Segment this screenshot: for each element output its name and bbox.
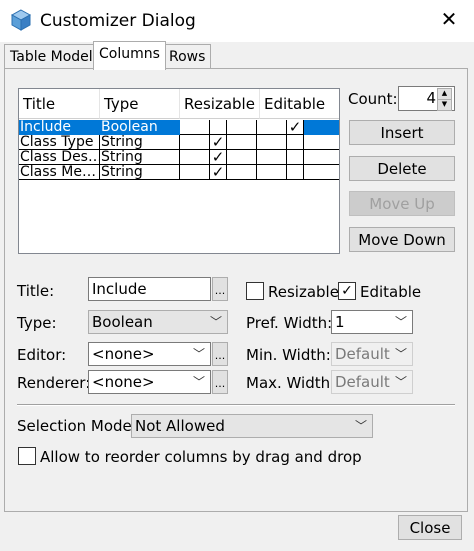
chevron-down-icon: ﹀	[192, 347, 205, 361]
renderer-browse-button[interactable]: ...	[212, 370, 228, 394]
move-down-button[interactable]: Move Down	[349, 227, 455, 252]
cell-resizable[interactable]: ✓	[210, 165, 227, 180]
cell-blank[interactable]	[180, 120, 210, 135]
resizable-checkbox[interactable]	[246, 282, 264, 300]
cell-blank[interactable]	[227, 120, 257, 135]
renderer-combo[interactable]: <none> ﹀	[88, 370, 211, 394]
max-width-value: Default	[335, 373, 390, 391]
table-row[interactable]: Class Des… String ✓	[19, 150, 339, 165]
chevron-down-icon: ﹀	[209, 315, 222, 329]
cell-blank[interactable]	[180, 165, 210, 180]
count-spinner[interactable]: 4 ▲ ▼	[398, 86, 455, 111]
editable-label: Editable	[360, 283, 422, 301]
min-width-label: Min. Width:	[246, 346, 331, 364]
min-width-combo[interactable]: Default ﹀	[331, 342, 413, 366]
insert-button[interactable]: Insert	[349, 120, 455, 145]
column-header-type[interactable]: Type	[100, 89, 180, 119]
cell-blank[interactable]	[180, 135, 210, 150]
cell-resizable[interactable]	[210, 120, 227, 135]
cell-blank[interactable]	[180, 150, 210, 165]
reorder-checkbox[interactable]	[18, 447, 36, 465]
chevron-down-icon: ﹀	[394, 315, 407, 329]
chevron-down-icon: ﹀	[192, 375, 205, 389]
title-browse-button[interactable]: ...	[212, 277, 228, 301]
cell-type[interactable]: Boolean	[100, 120, 180, 135]
cell-blank[interactable]	[227, 165, 257, 180]
cell-type[interactable]: String	[100, 150, 180, 165]
cell-editable[interactable]	[287, 165, 304, 180]
renderer-label: Renderer:	[17, 374, 91, 392]
move-up-button[interactable]: Move Up	[349, 191, 455, 216]
cell-blank[interactable]	[304, 135, 339, 150]
cell-editable[interactable]	[287, 150, 304, 165]
editor-browse-button[interactable]: ...	[212, 342, 228, 366]
title-label: Title:	[17, 282, 55, 300]
chevron-down-icon: ﹀	[354, 419, 367, 433]
cell-title[interactable]: Class Type	[19, 135, 100, 150]
reorder-label: Allow to reorder columns by drag and dro…	[40, 448, 362, 466]
min-width-value: Default	[335, 345, 390, 363]
cell-blank[interactable]	[304, 150, 339, 165]
cell-blank[interactable]	[227, 135, 257, 150]
type-value: Boolean	[92, 313, 153, 331]
max-width-combo[interactable]: Default ﹀	[331, 370, 413, 394]
tab-table-model[interactable]: Table Model	[4, 44, 99, 69]
cell-blank[interactable]	[257, 150, 287, 165]
pref-width-value: 1	[335, 313, 345, 331]
cell-title[interactable]: Class Des…	[19, 150, 100, 165]
table-row[interactable]: Class Me… String ✓	[19, 165, 339, 180]
window-title: Customizer Dialog	[40, 11, 196, 31]
cell-editable[interactable]	[287, 135, 304, 150]
count-label: Count:	[348, 90, 398, 108]
cell-editable[interactable]: ✓	[287, 120, 304, 135]
close-button[interactable]: Close	[398, 515, 462, 540]
pref-width-label: Pref. Width:	[246, 314, 333, 332]
cell-title[interactable]: Class Me…	[19, 165, 100, 180]
chevron-down-icon: ﹀	[394, 347, 407, 361]
tab-columns[interactable]: Columns	[93, 41, 166, 70]
cube-icon	[10, 9, 32, 31]
renderer-value: <none>	[92, 373, 155, 391]
columns-table[interactable]: Title Type Resizable Editable Include Boo…	[18, 88, 340, 254]
column-header-resizable[interactable]: Resizable	[180, 89, 260, 119]
column-header-editable[interactable]: Editable	[260, 89, 339, 119]
count-value: 4	[426, 89, 436, 107]
selection-model-combo[interactable]: Not Allowed ﹀	[131, 414, 373, 438]
table-header: Title Type Resizable Editable	[19, 89, 339, 119]
table-row[interactable]: Include Boolean ✓	[19, 120, 339, 135]
separator	[17, 404, 455, 406]
cell-blank[interactable]	[304, 165, 339, 180]
max-width-label: Max. Width:	[246, 374, 336, 392]
cell-blank[interactable]	[257, 165, 287, 180]
selection-model-label: Selection Model:	[17, 417, 141, 435]
delete-button[interactable]: Delete	[349, 156, 455, 181]
tab-rows[interactable]: Rows	[163, 44, 212, 69]
type-label: Type:	[17, 314, 57, 332]
cell-blank[interactable]	[227, 150, 257, 165]
cell-type[interactable]: String	[100, 165, 180, 180]
cell-resizable[interactable]: ✓	[210, 135, 227, 150]
editor-label: Editor:	[17, 346, 67, 364]
resizable-label: Resizable	[268, 283, 339, 301]
type-combo[interactable]: Boolean ﹀	[88, 310, 228, 334]
editor-combo[interactable]: <none> ﹀	[88, 342, 211, 366]
cell-blank[interactable]	[304, 120, 339, 135]
chevron-down-icon: ﹀	[394, 375, 407, 389]
cell-type[interactable]: String	[100, 135, 180, 150]
cell-resizable[interactable]: ✓	[210, 150, 227, 165]
cell-blank[interactable]	[257, 135, 287, 150]
editor-value: <none>	[92, 345, 155, 363]
cell-title[interactable]: Include	[19, 120, 100, 135]
title-field[interactable]: Include	[88, 277, 211, 301]
cell-blank[interactable]	[257, 120, 287, 135]
column-header-title[interactable]: Title	[19, 89, 100, 119]
close-icon[interactable]: ✕	[438, 8, 460, 30]
selection-model-value: Not Allowed	[135, 417, 225, 435]
editable-checkbox[interactable]: ✓	[338, 282, 356, 300]
pref-width-combo[interactable]: 1 ﹀	[331, 310, 413, 334]
table-row[interactable]: Class Type String ✓	[19, 135, 339, 150]
spin-down-icon[interactable]: ▼	[437, 99, 452, 111]
